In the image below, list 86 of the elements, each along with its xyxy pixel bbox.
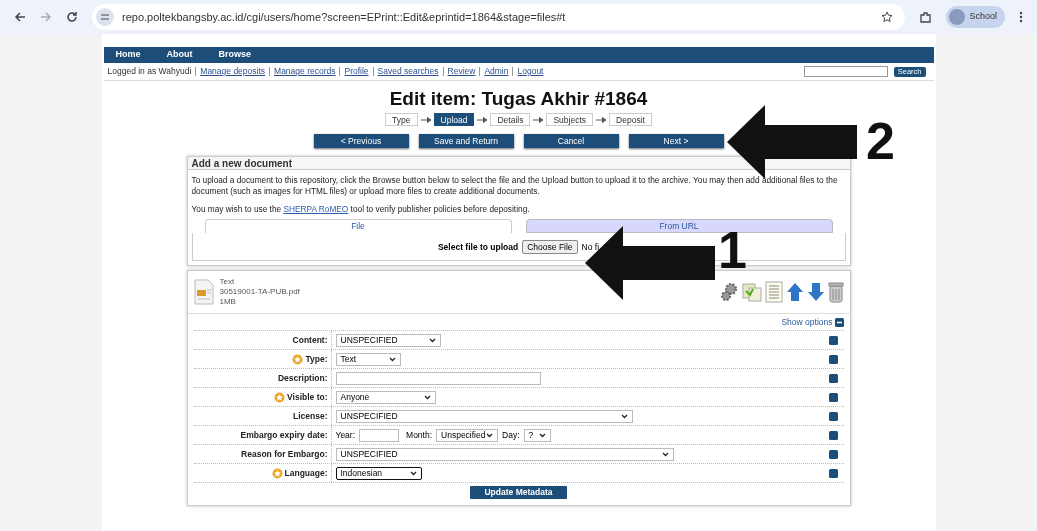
annotation-number: 2 <box>866 115 895 167</box>
action-button[interactable]: Next > <box>628 134 724 148</box>
nav-link[interactable]: About <box>166 48 193 62</box>
chevron-down-icon <box>620 413 628 419</box>
year-field[interactable] <box>359 428 400 442</box>
user-menu-link[interactable]: Saved searches <box>377 65 439 78</box>
document-type: Text <box>219 277 236 288</box>
chevron-down-icon <box>388 356 396 362</box>
file-size: 1MB <box>219 297 237 308</box>
stage-step[interactable]: Upload <box>433 113 475 126</box>
chevron-down-icon <box>428 337 436 343</box>
file-status: No fi <box>581 240 600 254</box>
field-label: Reason for Embargo: <box>241 448 328 461</box>
stage-step[interactable]: Details <box>490 113 531 126</box>
login-status: Logged in as Wahyudi <box>107 65 192 78</box>
search-field[interactable] <box>803 66 888 77</box>
down-arrow-icon[interactable] <box>806 282 825 303</box>
dropdown[interactable]: Indonesian <box>335 466 422 480</box>
chevron-down-icon <box>661 451 669 457</box>
action-button[interactable]: Cancel <box>523 134 619 148</box>
address-bar[interactable]: repo.poltekbangsby.ac.id/cgi/users/home?screen=EPrint::Edit&eprintid=1864&stage=files#t <box>92 4 906 30</box>
collapse-icon[interactable] <box>834 317 844 327</box>
action-button[interactable]: < Previous <box>313 134 409 148</box>
up-arrow-icon[interactable] <box>785 282 804 303</box>
trash-icon[interactable] <box>827 281 844 304</box>
profile-button[interactable]: School <box>946 6 1005 28</box>
dropdown[interactable]: UNSPECIFIED <box>335 409 633 423</box>
gears-icon[interactable] <box>718 282 739 303</box>
upload-tab[interactable]: File <box>204 219 512 234</box>
user-menu-link[interactable]: Manage records <box>274 65 336 78</box>
document-icon <box>193 279 214 306</box>
user-menu-link[interactable]: Logout <box>517 65 544 78</box>
field-label: License: <box>293 410 328 423</box>
reload-icon[interactable] <box>66 11 78 23</box>
chevron-down-icon <box>409 470 417 476</box>
field-label: Day: <box>502 429 520 442</box>
month-dropdown[interactable]: Unspecified <box>436 428 499 442</box>
intro-paragraph: To upload a document to this repository, click the Browse button below to select the file and the Upload button to upload it to the archive. You may then add additional files to the document (such as images for HTML files) or upload more files to create additional documents. <box>190 174 839 197</box>
menu-icon[interactable] <box>1019 11 1023 23</box>
field-label: Year: <box>335 429 356 442</box>
update-metadata-button[interactable]: Update Metadata <box>470 486 567 500</box>
day-dropdown[interactable]: ? <box>523 428 551 442</box>
chevron-down-icon <box>423 394 431 400</box>
arrow-icon <box>477 116 488 123</box>
action-button[interactable]: Save and Return <box>418 134 514 148</box>
bookmark-star-icon[interactable] <box>881 11 894 23</box>
field-label: Type: <box>305 353 328 366</box>
back-icon[interactable] <box>14 11 26 23</box>
nav-link[interactable]: Home <box>115 48 141 62</box>
user-menu-link[interactable]: Review <box>447 65 476 78</box>
field-label: Select file to upload <box>437 240 519 254</box>
page-title: Edit item: Tugas Akhir #1864 <box>388 89 649 109</box>
field-label: Language: <box>284 467 328 480</box>
dropdown[interactable]: UNSPECIFIED <box>335 333 441 347</box>
user-menu-link[interactable]: Admin <box>484 65 509 78</box>
dropdown[interactable]: Text <box>335 352 401 366</box>
nav-link[interactable]: Browse <box>218 48 252 62</box>
chevron-down-icon <box>538 432 546 438</box>
site-settings-icon[interactable] <box>96 8 114 26</box>
dropdown[interactable]: UNSPECIFIED <box>335 447 674 461</box>
stage-step[interactable]: Subjects <box>546 113 594 126</box>
chevron-down-icon <box>486 432 494 438</box>
user-menu-link[interactable]: Profile <box>344 65 369 78</box>
text-field[interactable] <box>335 371 541 385</box>
file-name: 30519001-TA-PUB.pdf <box>219 287 300 298</box>
field-label: Description: <box>277 372 328 385</box>
arrow-icon <box>420 116 431 123</box>
avatar-icon <box>949 9 966 25</box>
extensions-icon[interactable] <box>919 10 933 24</box>
arrow-icon <box>533 116 544 123</box>
field-label: Content: <box>292 334 328 347</box>
stage-step[interactable]: Deposit <box>609 113 652 126</box>
dropdown[interactable]: Anyone <box>335 390 436 404</box>
url-text: repo.poltekbangsby.ac.id/cgi/users/home?screen=EPrint::Edit&eprintid=1864&stage=files#t <box>122 9 567 25</box>
field-label: Visible to: <box>287 391 328 404</box>
panel-heading: Add a new document <box>187 157 850 170</box>
arrow-icon <box>596 116 607 123</box>
sherpa-romeo-link[interactable]: SHERPA RoMEO <box>283 204 349 214</box>
user-menu-link[interactable]: Manage deposits <box>200 65 266 78</box>
field-label: Embargo expiry date: <box>240 429 328 442</box>
stage-step[interactable]: Type <box>385 113 418 126</box>
convert-icon[interactable] <box>741 282 762 303</box>
field-label: Month: <box>406 429 433 442</box>
show-options-link[interactable]: Show options <box>781 316 833 329</box>
romeo-sentence: You may wish to use the SHERPA RoMEO tool to verify publisher policies before depositing. <box>190 203 531 216</box>
choose-file-button[interactable]: Choose File <box>522 239 578 254</box>
